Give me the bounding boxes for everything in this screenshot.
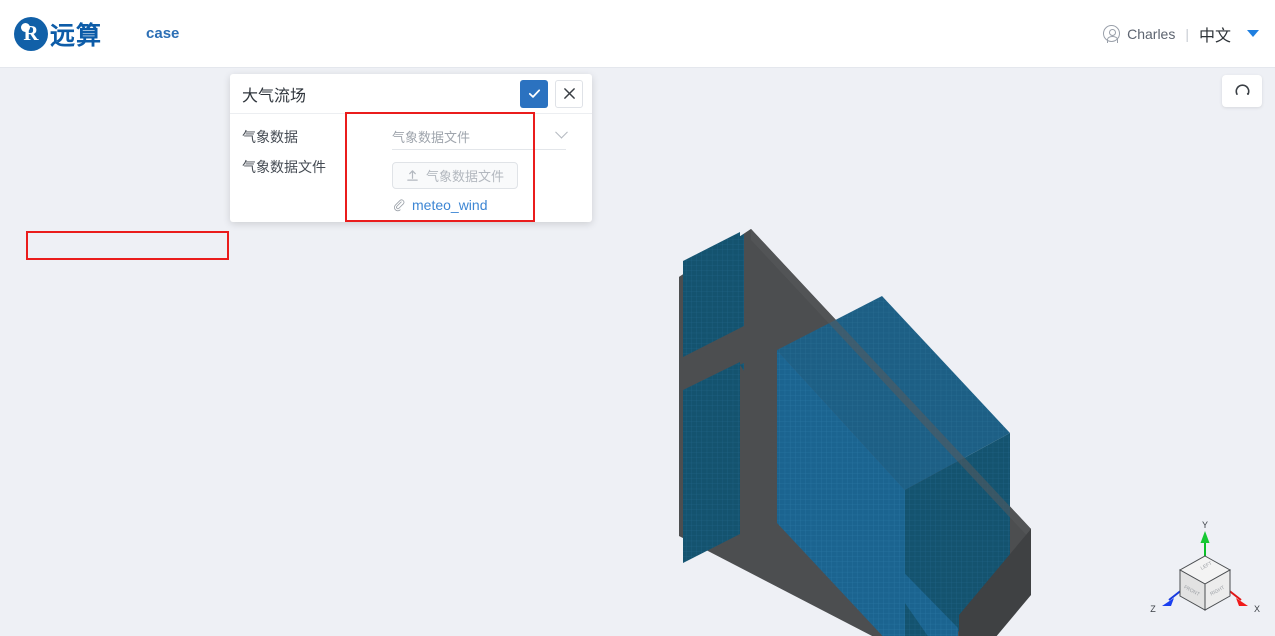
dialog-header: 大气流场: [230, 74, 592, 114]
brand-logo[interactable]: R 远算: [14, 16, 102, 52]
field-meteo-data: 气象数据文件: [392, 123, 592, 150]
dialog-actions: [520, 79, 583, 108]
close-icon: [563, 88, 575, 99]
header-right-group: Charles | 中文: [1103, 22, 1259, 46]
confirm-button[interactable]: [520, 79, 548, 108]
dialog-title: 大气流场: [242, 87, 307, 105]
user-menu[interactable]: Charles: [1103, 25, 1176, 43]
attached-file-name: meteo_wind: [412, 197, 488, 213]
axis-label-z: Z: [1150, 604, 1156, 614]
label-meteo-data: 气象数据: [242, 129, 298, 145]
dialog-body: 气象数据 气象数据文件 气象数据文件 气象数据文件 meteo_wind: [230, 114, 592, 213]
reload-button[interactable]: [1222, 75, 1262, 107]
reload-icon: [1235, 83, 1249, 95]
axis-label-y: Y: [1202, 520, 1208, 530]
app-header: R 远算 case Charles | 中文: [0, 0, 1275, 68]
logo-mark-icon: R: [14, 16, 48, 51]
user-name: Charles: [1127, 25, 1176, 42]
close-button[interactable]: [555, 79, 583, 108]
chevron-down-icon[interactable]: [555, 125, 568, 139]
upload-icon: [407, 170, 418, 181]
attached-file-link[interactable]: meteo_wind: [392, 197, 566, 213]
check-icon: [528, 89, 540, 98]
chevron-down-icon[interactable]: [1247, 30, 1259, 37]
mesh-model: [679, 229, 1031, 636]
upload-button-label: 气象数据文件: [426, 169, 505, 184]
paperclip-icon: [394, 199, 405, 212]
navigation-cube[interactable]: Y Z X LEFT FRONT RIGHT: [1145, 518, 1265, 628]
upload-meteo-file-button[interactable]: 气象数据文件: [392, 162, 519, 189]
axis-label-x: X: [1254, 604, 1260, 614]
form-row-meteo-file: 气象数据文件 气象数据文件 meteo_wind: [230, 153, 592, 213]
language-label[interactable]: 中文: [1199, 22, 1231, 46]
form-row-meteo-data: 气象数据 气象数据文件: [230, 123, 592, 153]
3d-viewport[interactable]: Y Z X LEFT FRONT RIGHT: [0, 68, 1275, 636]
meteo-data-select[interactable]: 气象数据文件: [392, 123, 568, 150]
field-meteo-file: 气象数据文件 meteo_wind: [392, 153, 592, 213]
case-label[interactable]: case: [146, 25, 179, 42]
brand-name: 远算: [50, 21, 103, 50]
meteo-data-select-value: 气象数据文件: [392, 129, 471, 145]
header-divider: |: [1185, 25, 1189, 42]
atmospheric-flow-dialog: 大气流场 气象数据 气象数据文件 气象数据文件 气象数据文件 meteo_win…: [230, 74, 592, 222]
user-circle-icon: [1103, 25, 1121, 43]
label-meteo-file: 气象数据文件: [242, 159, 326, 175]
